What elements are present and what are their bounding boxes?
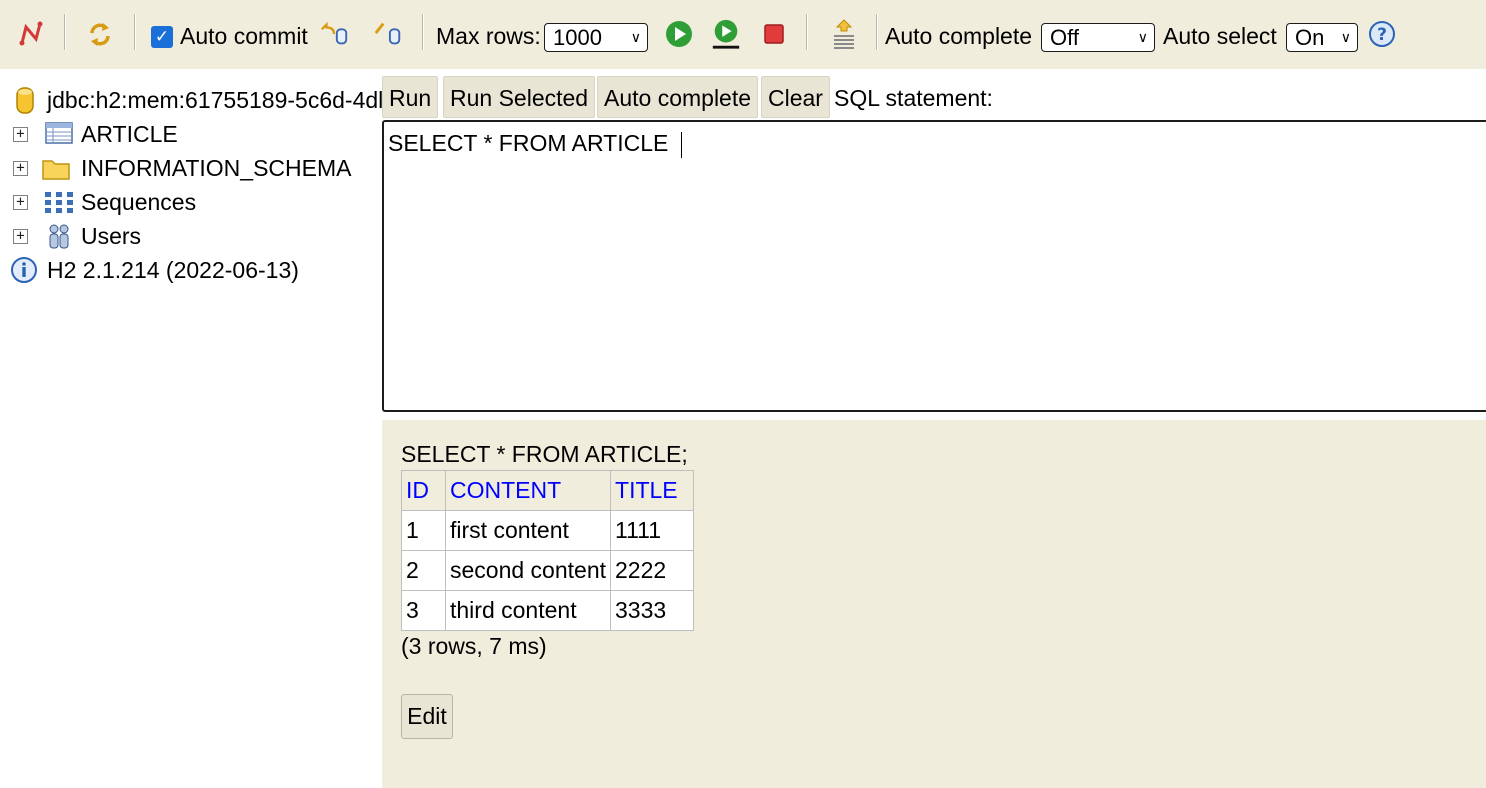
disconnect-icon[interactable] bbox=[16, 16, 48, 52]
table-cell: first content bbox=[444, 510, 612, 551]
chevron-down-icon: ∨ bbox=[630, 29, 641, 45]
table-cell: 2 bbox=[401, 550, 446, 591]
chevron-down-icon: ∨ bbox=[1340, 29, 1351, 45]
expand-icon[interactable]: + bbox=[13, 229, 28, 244]
auto-complete-label: Auto complete bbox=[885, 23, 1033, 49]
table-cell: 2222 bbox=[610, 550, 695, 591]
table-cell: third content bbox=[444, 590, 612, 631]
table-cell: second content bbox=[444, 550, 612, 591]
table-cell: 3 bbox=[401, 590, 446, 631]
version-label: H2 2.1.214 (2022-06-13) bbox=[47, 257, 299, 283]
commit-icon[interactable] bbox=[372, 16, 404, 52]
auto-complete-select[interactable]: Off ∨ bbox=[1041, 23, 1155, 52]
table-cell: 1111 bbox=[610, 510, 695, 551]
max-rows-label: Max rows: bbox=[436, 23, 541, 49]
history-icon[interactable] bbox=[828, 16, 860, 52]
users-icon bbox=[45, 221, 73, 251]
toolbar-separator bbox=[134, 14, 136, 50]
sql-editor[interactable]: SELECT * FROM ARTICLE bbox=[382, 120, 1486, 412]
info-icon bbox=[10, 256, 38, 284]
auto-select-label: Auto select bbox=[1163, 23, 1277, 49]
expand-icon[interactable]: + bbox=[13, 127, 28, 142]
run-selected-icon[interactable] bbox=[710, 16, 742, 52]
column-header-title[interactable]: TITLE bbox=[610, 470, 695, 511]
run-selected-button[interactable]: Run Selected bbox=[443, 76, 596, 118]
svg-text:?: ? bbox=[1377, 25, 1387, 45]
rollback-icon[interactable] bbox=[318, 16, 350, 52]
object-tree: jdbc:h2:mem:61755189-5c6d-4dl + ARTICLE … bbox=[0, 69, 384, 788]
auto-commit-checkbox[interactable]: ✓ bbox=[151, 26, 173, 48]
table-row: 2 second content 2222 bbox=[401, 550, 695, 591]
expand-icon[interactable]: + bbox=[13, 161, 28, 176]
auto-complete-value: Off bbox=[1050, 25, 1079, 50]
table-cell: 3333 bbox=[610, 590, 695, 631]
database-icon bbox=[14, 85, 36, 115]
chevron-down-icon: ∨ bbox=[1137, 29, 1148, 45]
sql-editor-text: SELECT * FROM ARTICLE bbox=[388, 130, 675, 156]
table-icon bbox=[45, 121, 73, 145]
column-header-id[interactable]: ID bbox=[401, 470, 446, 511]
sql-statement-label: SQL statement: bbox=[834, 85, 993, 111]
result-query: SELECT * FROM ARTICLE; bbox=[401, 441, 688, 467]
edit-button[interactable]: Edit bbox=[401, 694, 453, 739]
toolbar-separator bbox=[876, 14, 878, 50]
tree-item-label: Sequences bbox=[81, 189, 197, 215]
run-button[interactable]: Run bbox=[382, 76, 439, 118]
toolbar-separator bbox=[64, 14, 66, 50]
table-row: 3 third content 3333 bbox=[401, 590, 695, 631]
tree-item-label: ARTICLE bbox=[81, 121, 178, 147]
tree-connection-label: jdbc:h2:mem:61755189-5c6d-4dl bbox=[47, 87, 384, 113]
auto-complete-button[interactable]: Auto complete bbox=[597, 76, 759, 118]
toolbar-separator bbox=[422, 14, 424, 50]
column-header-content[interactable]: CONTENT bbox=[444, 470, 612, 511]
auto-commit-label: Auto commit bbox=[180, 23, 308, 49]
folder-icon bbox=[41, 155, 71, 181]
tree-item-label: Users bbox=[81, 223, 142, 249]
sequences-icon bbox=[44, 190, 74, 214]
toolbar: ✓ Auto commit Max rows: 1000 ∨ Auto comp… bbox=[0, 0, 1486, 69]
result-status: (3 rows, 7 ms) bbox=[401, 633, 547, 659]
stop-icon[interactable] bbox=[758, 16, 790, 52]
auto-select-value: On bbox=[1295, 25, 1325, 50]
results-panel: SELECT * FROM ARTICLE; ID CONTENT TITLE … bbox=[382, 420, 1486, 788]
max-rows-select[interactable]: 1000 ∨ bbox=[544, 23, 648, 52]
table-header-row: ID CONTENT TITLE bbox=[401, 470, 695, 511]
max-rows-value: 1000 bbox=[553, 25, 602, 50]
result-table: ID CONTENT TITLE 1 first content 1111 2 … bbox=[401, 470, 695, 631]
table-cell: 1 bbox=[401, 510, 446, 551]
toolbar-separator bbox=[806, 14, 808, 50]
clear-button[interactable]: Clear bbox=[761, 76, 830, 118]
auto-select-select[interactable]: On ∨ bbox=[1286, 23, 1358, 52]
expand-icon[interactable]: + bbox=[13, 195, 28, 210]
refresh-icon[interactable] bbox=[84, 16, 116, 52]
run-icon[interactable] bbox=[663, 16, 695, 52]
help-icon[interactable]: ? bbox=[1366, 16, 1398, 52]
tree-item-label: INFORMATION_SCHEMA bbox=[81, 155, 352, 181]
table-row: 1 first content 1111 bbox=[401, 510, 695, 551]
text-caret bbox=[680, 131, 682, 158]
